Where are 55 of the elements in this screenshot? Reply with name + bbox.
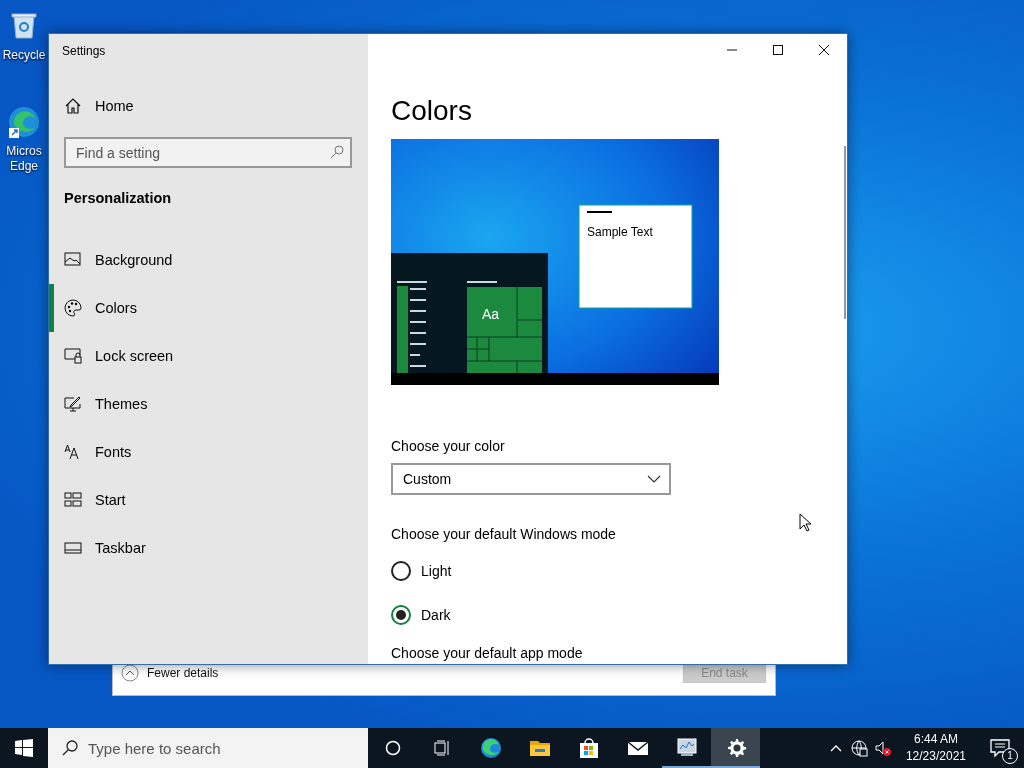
circle-icon[interactable] bbox=[384, 740, 401, 756]
sidebar-item[interactable]: Background bbox=[49, 236, 368, 284]
globe-icon[interactable] bbox=[851, 739, 869, 757]
task-view-icon[interactable] bbox=[433, 740, 450, 756]
tiles-icon bbox=[64, 491, 82, 509]
desktop-icon-label[interactable]: Micros Edge bbox=[2, 144, 46, 174]
radio-option[interactable]: Light bbox=[391, 556, 452, 586]
clock[interactable]: 6:44 AM 12/23/2021 bbox=[895, 728, 976, 768]
section-heading: Personalization bbox=[63, 189, 173, 208]
font-icon bbox=[64, 443, 82, 461]
shopping-bag-icon bbox=[577, 737, 600, 759]
field-label: Choose your default Windows mode bbox=[391, 526, 616, 542]
close-icon[interactable] bbox=[819, 45, 829, 55]
sidebar-item[interactable]: Colors bbox=[49, 284, 368, 332]
sidebar-item[interactable]: Lock screen bbox=[49, 332, 368, 380]
desktop-icon-label[interactable]: Recycle bbox=[2, 48, 46, 63]
windows-logo-icon bbox=[15, 739, 33, 757]
window-title: Settings bbox=[61, 43, 107, 60]
radio-button[interactable] bbox=[391, 605, 411, 625]
taskbar-search-field[interactable]: Type here to search bbox=[48, 728, 368, 768]
monitor-brush-icon bbox=[64, 395, 82, 413]
sidebar-item[interactable]: Taskbar bbox=[49, 524, 368, 572]
speaker-muted-icon[interactable] bbox=[875, 739, 893, 757]
radio-button[interactable] bbox=[391, 561, 411, 581]
home-link[interactable]: Home bbox=[49, 82, 368, 130]
search-icon[interactable] bbox=[330, 145, 344, 159]
page-title: Colors bbox=[391, 94, 472, 128]
color-dropdown[interactable]: Custom bbox=[391, 463, 671, 495]
sample-text: Sample Text bbox=[587, 225, 653, 239]
taskbar-app-button[interactable] bbox=[711, 728, 760, 768]
sidebar-item[interactable]: Fonts bbox=[49, 428, 368, 476]
chevron-up-icon bbox=[121, 664, 139, 682]
chevron-up-icon[interactable] bbox=[829, 743, 842, 753]
scrollbar[interactable] bbox=[844, 146, 846, 319]
search-field[interactable]: Find a setting bbox=[64, 137, 352, 168]
tile-label: Aa bbox=[482, 306, 500, 322]
notification-icon[interactable] bbox=[990, 738, 1010, 758]
home-icon bbox=[64, 97, 82, 115]
palette-icon bbox=[64, 299, 82, 317]
maximize-icon[interactable] bbox=[773, 45, 783, 55]
mouse-pointer-icon bbox=[799, 513, 813, 533]
radio-option[interactable]: Dark bbox=[391, 600, 451, 630]
field-label: Choose your color bbox=[391, 438, 505, 454]
chevron-down-icon bbox=[647, 475, 661, 483]
notification-badge: 1 bbox=[1002, 748, 1018, 764]
image-icon bbox=[64, 251, 82, 269]
sidebar-item[interactable]: Start bbox=[49, 476, 368, 524]
taskbar-icon bbox=[64, 539, 82, 557]
lock-screen-icon bbox=[64, 347, 82, 365]
sidebar-item[interactable]: Themes bbox=[49, 380, 368, 428]
monitor-chart-icon bbox=[675, 736, 698, 758]
details-toggle[interactable]: Fewer details bbox=[121, 664, 219, 682]
edge-shortcut-icon[interactable] bbox=[6, 104, 42, 140]
edge-icon bbox=[479, 737, 502, 759]
field-label: Choose your default app mode bbox=[391, 645, 583, 661]
